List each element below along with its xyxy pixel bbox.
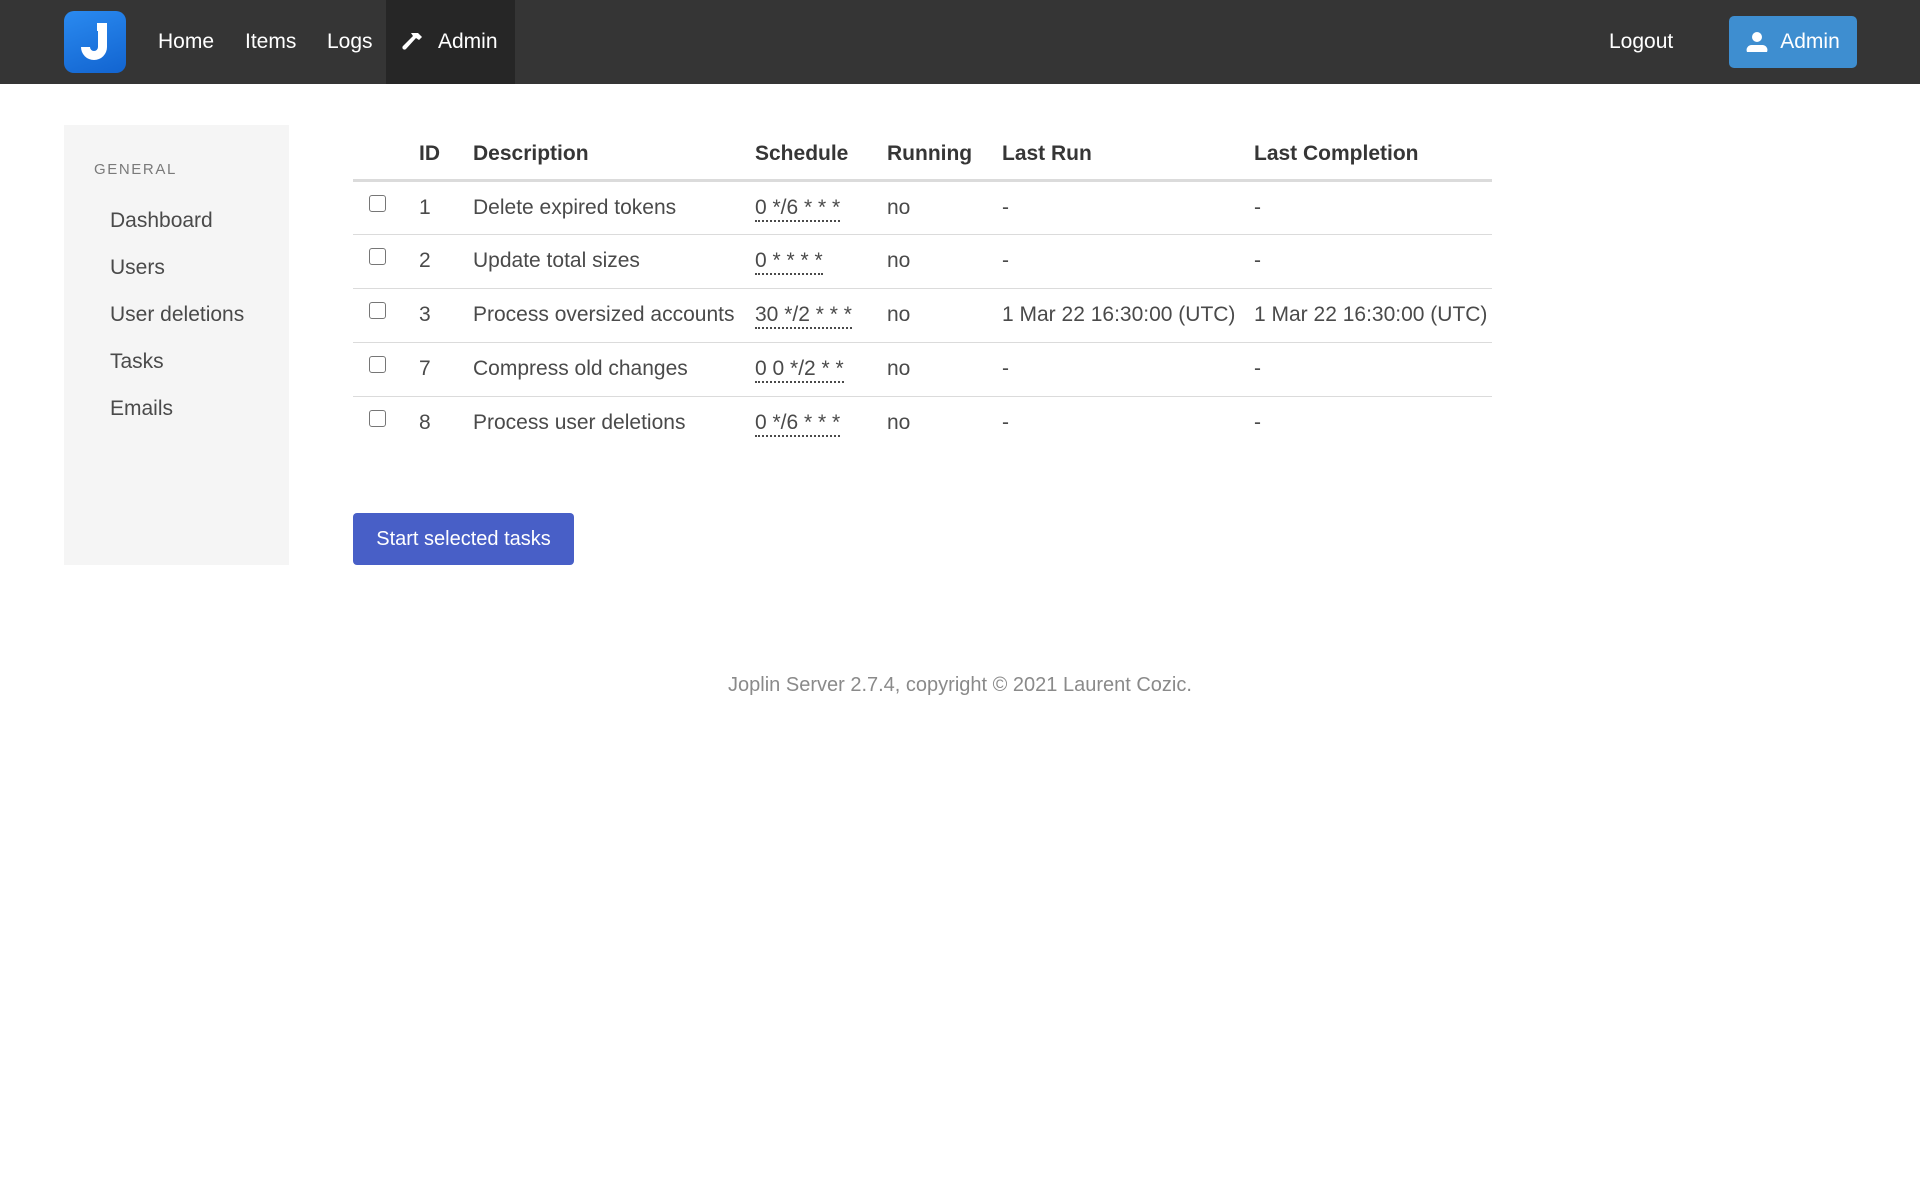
task-last-run: 1 Mar 22 16:30:00 (UTC) — [1002, 288, 1254, 343]
footer-copyright: Joplin Server 2.7.4, copyright © 2021 La… — [728, 674, 1192, 696]
header-select — [353, 130, 419, 182]
header-last-run: Last Run — [1002, 130, 1254, 182]
header-running: Running — [887, 130, 1002, 182]
sidebar-item-tasks[interactable]: Tasks — [110, 350, 164, 374]
table-row: 7 Compress old changes 0 0 */2 * * no - … — [353, 342, 1492, 397]
header-id: ID — [419, 130, 473, 182]
task-last-run: - — [1002, 234, 1254, 289]
task-schedule[interactable]: 0 0 */2 * * — [755, 357, 844, 383]
task-checkbox[interactable] — [369, 410, 386, 428]
task-last-run: - — [1002, 411, 1009, 435]
task-last-completion: - — [1254, 411, 1261, 435]
table-row: 1 Delete expired tokens 0 */6 * * * no -… — [353, 180, 1492, 235]
nav-items-label: Items — [245, 30, 297, 53]
task-last-completion: - — [1254, 342, 1492, 397]
task-checkbox[interactable] — [369, 248, 386, 265]
sidebar-item-user-deletions[interactable]: User deletions — [110, 303, 244, 327]
task-schedule[interactable]: 0 */6 * * * — [755, 195, 841, 222]
tasks-table: ID Description Schedule Running Last Run… — [353, 130, 1492, 450]
start-selected-tasks-button[interactable]: Start selected tasks — [353, 513, 574, 565]
user-icon — [1746, 31, 1768, 53]
header-schedule: Schedule — [755, 130, 887, 182]
task-description: Update total sizes — [473, 234, 755, 289]
user-account-button[interactable]: Admin — [1729, 16, 1857, 68]
nav-logs-label: Logs — [327, 30, 373, 53]
task-running: no — [887, 288, 1002, 343]
admin-sidebar: GENERAL Dashboard Users User deletions T… — [64, 125, 289, 565]
task-id: 2 — [419, 234, 473, 289]
user-button-label: Admin — [1780, 30, 1840, 53]
task-last-completion: - — [1254, 234, 1492, 289]
task-last-run: - — [1002, 342, 1254, 397]
sidebar-item-users[interactable]: Users — [110, 256, 165, 280]
task-last-completion: 1 Mar 22 16:30:00 (UTC) — [1254, 288, 1492, 343]
task-id: 8 — [419, 411, 431, 435]
task-description: Delete expired tokens — [473, 180, 755, 235]
table-row: 8 Process user deletions 0 */6 * * * no … — [353, 396, 1492, 450]
nav-admin-label: Admin — [438, 30, 498, 53]
header-last-completion: Last Completion — [1254, 130, 1492, 182]
top-navbar: Home Items Logs Admin Logout Admin — [0, 0, 1920, 84]
task-running: no — [887, 342, 1002, 397]
table-row: 2 Update total sizes 0 * * * * no - - — [353, 234, 1492, 289]
task-running: no — [887, 234, 1002, 289]
task-checkbox[interactable] — [369, 302, 386, 319]
nav-items[interactable]: Items — [245, 0, 296, 84]
sidebar-item-dashboard[interactable]: Dashboard — [110, 209, 213, 233]
task-id: 3 — [419, 288, 473, 343]
task-description: Process oversized accounts — [473, 288, 755, 343]
task-running: no — [887, 180, 1002, 235]
task-last-completion: - — [1254, 180, 1492, 235]
table-header-row: ID Description Schedule Running Last Run… — [353, 130, 1492, 182]
hammer-icon — [402, 30, 426, 54]
nav-home[interactable]: Home — [158, 0, 214, 84]
task-description: Process user deletions — [473, 411, 686, 435]
task-running: no — [887, 411, 911, 435]
logout-link[interactable]: Logout — [1609, 0, 1673, 84]
table-row: 3 Process oversized accounts 30 */2 * * … — [353, 288, 1492, 343]
logout-label: Logout — [1609, 30, 1674, 53]
joplin-logo[interactable] — [64, 11, 126, 73]
task-id: 7 — [419, 342, 473, 397]
nav-logs[interactable]: Logs — [327, 0, 373, 84]
task-checkbox[interactable] — [369, 356, 386, 373]
nav-home-label: Home — [158, 30, 215, 53]
sidebar-item-emails[interactable]: Emails — [110, 397, 173, 421]
sidebar-section-label: GENERAL — [94, 161, 177, 178]
task-checkbox[interactable] — [369, 194, 386, 212]
task-schedule[interactable]: 0 * * * * — [755, 249, 823, 275]
task-last-run: - — [1002, 180, 1254, 235]
task-id: 1 — [419, 180, 473, 235]
task-description: Compress old changes — [473, 342, 755, 397]
header-description: Description — [473, 130, 755, 182]
nav-admin[interactable]: Admin — [386, 0, 515, 84]
task-schedule[interactable]: 0 */6 * * * — [755, 411, 841, 438]
joplin-logo-icon — [81, 23, 107, 60]
task-schedule[interactable]: 30 */2 * * * — [755, 303, 852, 329]
